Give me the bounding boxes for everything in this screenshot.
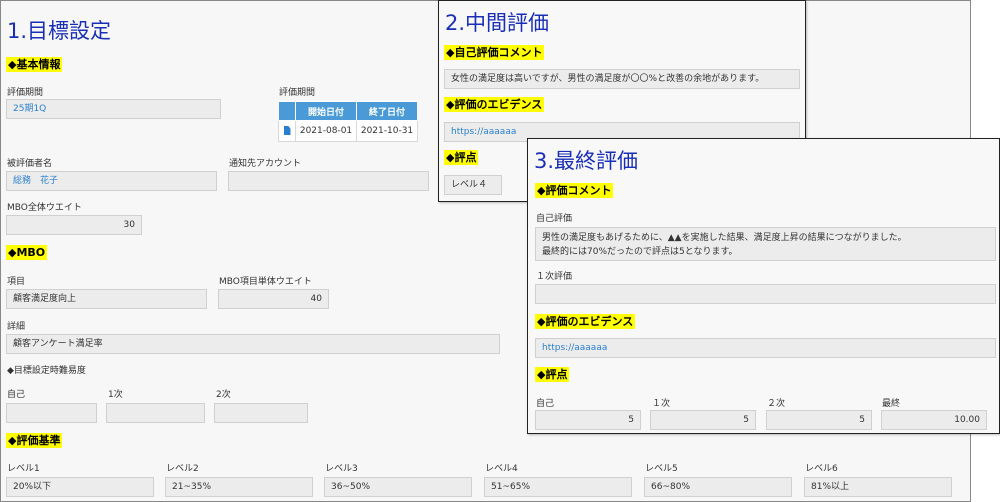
- start-date-header: 開始日付: [295, 101, 357, 121]
- final-score-final-label: 最終: [882, 399, 901, 409]
- difficulty-second-label: 2次: [216, 390, 231, 400]
- level-3-label: レベル3: [325, 464, 358, 474]
- level-4-label: レベル4: [485, 464, 518, 474]
- period-table-icon-header: [278, 101, 296, 121]
- final-score-self-label: 自己: [536, 399, 555, 409]
- self-eval-label: 自己評価: [536, 214, 573, 224]
- mbo-detail-field[interactable]: 顧客アンケート満足率: [6, 334, 500, 354]
- interim-evidence-heading: ◆評価のエビデンス: [444, 97, 545, 112]
- level-6-field[interactable]: 81%以上: [804, 477, 952, 497]
- self-comment-heading: ◆自己評価コメント: [444, 45, 545, 60]
- mbo-heading: ◆MBO: [6, 245, 48, 260]
- mbo-item-field[interactable]: 顧客満足度向上: [6, 289, 207, 309]
- self-comment-field[interactable]: 女性の満足度は高いですが、男性の満足度が〇〇%と改善の余地があります。: [444, 69, 800, 89]
- interim-score-heading: ◆評点: [444, 150, 479, 165]
- level-3-field[interactable]: 36~50%: [324, 477, 472, 497]
- period-field[interactable]: 25期1Q: [6, 99, 221, 119]
- mbo-item-label: 項目: [7, 277, 26, 287]
- goal-setting-title: 1.目標設定: [7, 19, 112, 43]
- final-evaluation-title: 3.最終評価: [534, 149, 639, 173]
- self-eval-line-2: 最終的には70%だったので評点は5となります。: [542, 247, 738, 257]
- first-eval-label: １次評価: [536, 272, 573, 282]
- final-score-first-label: １次: [652, 399, 671, 409]
- final-score-second-field[interactable]: 5: [766, 410, 872, 430]
- level-1-label: レベル1: [7, 464, 40, 474]
- interim-evaluation-title: 2.中間評価: [445, 11, 550, 35]
- final-evidence-field[interactable]: https://aaaaaa: [535, 338, 996, 358]
- level-6-label: レベル6: [805, 464, 838, 474]
- difficulty-first-label: 1次: [108, 390, 123, 400]
- first-eval-field[interactable]: [535, 284, 996, 304]
- level-2-label: レベル2: [166, 464, 199, 474]
- period-table-label: 評価期間: [279, 88, 316, 98]
- difficulty-self-label: 自己: [7, 390, 26, 400]
- mbo-total-weight-label: MBO全体ウエイト: [7, 203, 82, 213]
- period-table: 開始日付 終了日付 2021-08-01 2021-10-31: [278, 101, 418, 142]
- document-icon[interactable]: [283, 126, 291, 135]
- notify-account-field[interactable]: [228, 171, 429, 191]
- final-evidence-heading: ◆評価のエビデンス: [535, 314, 636, 329]
- difficulty-self-field[interactable]: [6, 403, 97, 423]
- difficulty-first-field[interactable]: [106, 403, 205, 423]
- mbo-item-weight-label: MBO項目単体ウエイト: [219, 277, 312, 287]
- basic-info-heading: ◆基本情報: [6, 57, 63, 72]
- difficulty-second-field[interactable]: [214, 403, 308, 423]
- level-5-label: レベル5: [645, 464, 678, 474]
- end-date-header: 終了日付: [356, 101, 418, 121]
- final-score-second-label: ２次: [767, 399, 786, 409]
- level-2-field[interactable]: 21~35%: [165, 477, 313, 497]
- evaluatee-label: 被評価者名: [7, 159, 53, 169]
- mbo-detail-label: 詳細: [7, 322, 26, 332]
- difficulty-label: ◆目標設定時難易度: [7, 366, 86, 376]
- mbo-total-weight-field[interactable]: 30: [6, 215, 142, 235]
- mbo-item-weight-field[interactable]: 40: [218, 289, 329, 309]
- final-score-heading: ◆評点: [535, 367, 570, 382]
- period-label: 評価期間: [7, 88, 44, 98]
- final-score-first-field[interactable]: 5: [650, 410, 756, 430]
- interim-score-field[interactable]: レベル４: [444, 175, 502, 195]
- start-date-cell: 2021-08-01: [295, 120, 357, 142]
- final-score-final-field[interactable]: 10.00: [881, 410, 987, 430]
- final-comment-heading: ◆評価コメント: [535, 183, 614, 198]
- period-row-icon-cell[interactable]: [278, 120, 296, 142]
- evaluatee-field[interactable]: 総務 花子: [6, 171, 217, 191]
- final-score-self-field[interactable]: 5: [535, 410, 641, 430]
- level-4-field[interactable]: 51~65%: [484, 477, 632, 497]
- level-1-field[interactable]: 20%以下: [6, 477, 154, 497]
- self-eval-field[interactable]: 男性の満足度もあげるために、▲▲を実施した結果、満足度上昇の結果につながりました…: [535, 227, 996, 261]
- end-date-cell: 2021-10-31: [356, 120, 418, 142]
- criteria-heading: ◆評価基準: [6, 433, 63, 448]
- notify-account-label: 通知先アカウント: [229, 159, 302, 169]
- final-evaluation-panel: 3.最終評価 ◆評価コメント 自己評価 男性の満足度もあげるために、▲▲を実施し…: [527, 138, 1000, 434]
- level-5-field[interactable]: 66~80%: [644, 477, 792, 497]
- self-eval-line-1: 男性の満足度もあげるために、▲▲を実施した結果、満足度上昇の結果につながりました…: [542, 233, 907, 243]
